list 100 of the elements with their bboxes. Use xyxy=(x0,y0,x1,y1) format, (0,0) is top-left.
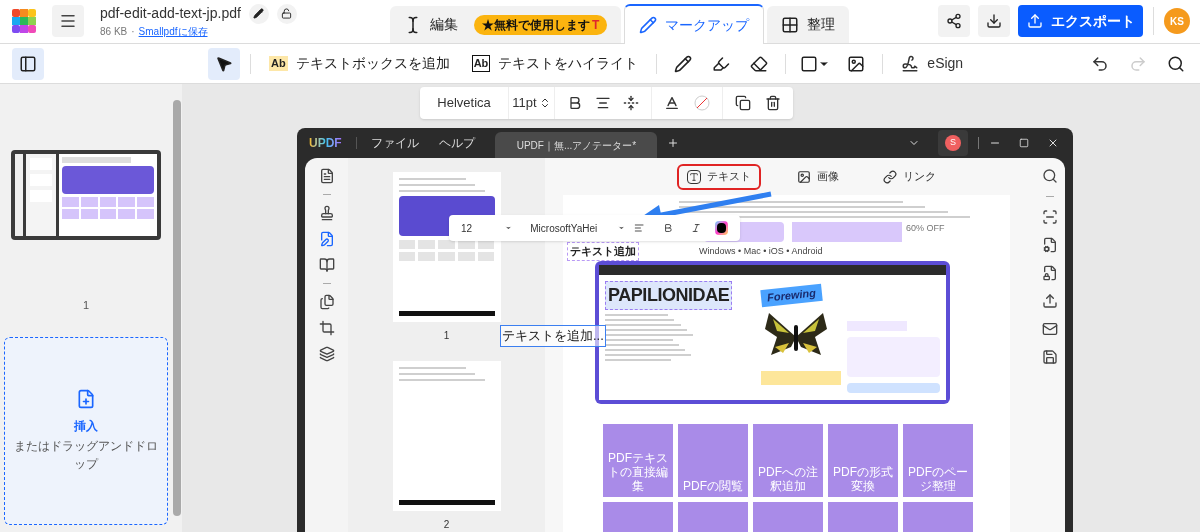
grid-icon xyxy=(781,15,800,34)
ocr-icon[interactable] xyxy=(1042,209,1058,225)
insert-drop-zone[interactable]: 挿入 またはドラッグアンドドロップ xyxy=(4,336,168,525)
insert-tool-button[interactable]: リンク xyxy=(875,163,944,190)
delete-button[interactable] xyxy=(765,95,781,111)
crop-icon[interactable] xyxy=(318,320,335,336)
page-thumbnail-drawing[interactable] xyxy=(11,150,161,240)
menu-item[interactable]: ファイル xyxy=(370,134,419,152)
search-icon[interactable] xyxy=(1042,168,1058,184)
platforms-text: Windows • Mac • iOS • Android xyxy=(699,244,823,258)
trash-icon xyxy=(765,95,781,111)
separator-dot: · xyxy=(131,25,135,39)
bold-icon[interactable] xyxy=(662,222,674,234)
feature-card xyxy=(603,502,673,532)
bold-button[interactable] xyxy=(567,95,583,111)
sidebar-icon xyxy=(19,54,37,73)
text-color-button[interactable] xyxy=(664,95,680,111)
app-logo-icon xyxy=(12,9,36,33)
font-dropdown[interactable]: Helvetica xyxy=(420,87,510,119)
protect-icon[interactable] xyxy=(1042,265,1058,281)
mail-icon[interactable] xyxy=(1042,321,1058,337)
hero-tag: Forewing xyxy=(760,283,823,307)
new-tab-icon[interactable] xyxy=(666,137,679,149)
feature-card xyxy=(903,502,973,532)
highlight-text-icon: Ab xyxy=(471,55,491,72)
discount-label: 60% OFF xyxy=(906,222,945,235)
convert-icon[interactable] xyxy=(1042,237,1058,253)
align-button[interactable] xyxy=(595,95,611,111)
feature-label: PDFテキストの直接編集 xyxy=(607,451,669,493)
highlight-text-button[interactable]: Ab テキストをハイライト xyxy=(463,47,647,80)
color-picker-icon[interactable] xyxy=(715,221,728,235)
feature-card xyxy=(753,502,823,532)
menu-button[interactable] xyxy=(52,5,84,37)
undo-icon xyxy=(1091,54,1109,73)
mode-tab[interactable]: マークアップ xyxy=(624,4,765,44)
insert-tool-button[interactable]: テキスト xyxy=(677,163,761,190)
pages-icon[interactable] xyxy=(318,294,335,310)
share-button[interactable] xyxy=(938,5,970,37)
add-textbox-button[interactable]: Ab テキストボックスを追加 xyxy=(261,47,458,80)
menu-item[interactable]: ヘルプ xyxy=(438,134,475,152)
font-size-dropdown[interactable]: 12 xyxy=(461,220,496,236)
file-add-icon xyxy=(76,388,96,409)
menu-icon xyxy=(59,12,77,30)
feature-label: PDFの閲覧 xyxy=(683,479,743,493)
drop-hint: またはドラッグアンドドロップ xyxy=(13,437,159,473)
image-icon xyxy=(847,54,866,73)
download-button[interactable] xyxy=(978,5,1010,37)
line-spacing-icon xyxy=(623,95,639,111)
rename-button[interactable] xyxy=(248,3,269,24)
page-thumbnail[interactable] xyxy=(392,361,501,511)
document-tab[interactable]: UPDF｜無...アノテーター* xyxy=(494,132,657,158)
image-icon xyxy=(797,169,811,184)
export-button[interactable]: エクスポート xyxy=(1018,5,1143,37)
hero-title: PAPILIONIDAE xyxy=(605,280,733,310)
close-icon[interactable] xyxy=(1047,137,1059,149)
mode-tab[interactable]: 整理 xyxy=(767,6,850,43)
feature-card xyxy=(678,502,748,532)
sidebar-toggle-button[interactable] xyxy=(12,47,44,80)
layers-icon[interactable] xyxy=(318,346,335,362)
page-number: 1 xyxy=(82,298,90,313)
feature-label: PDFの形式変換 xyxy=(832,465,894,493)
cursor-icon xyxy=(215,54,233,73)
insert-tool-button[interactable]: 画像 xyxy=(789,163,847,190)
insert-label: 挿入 xyxy=(74,417,98,435)
esign-button[interactable]: eSign xyxy=(893,47,972,80)
bold-icon xyxy=(567,95,583,111)
italic-icon[interactable] xyxy=(691,222,702,234)
maximize-icon[interactable] xyxy=(1019,138,1029,148)
font-size-stepper[interactable]: 11pt xyxy=(509,87,555,119)
page-number: 1 xyxy=(443,329,450,343)
text-color-icon xyxy=(664,95,680,111)
reader-icon[interactable] xyxy=(318,168,335,184)
textbox-icon: Ab xyxy=(269,56,288,71)
fill-color-button[interactable] xyxy=(694,95,710,111)
duplicate-button[interactable] xyxy=(735,95,751,111)
page-thumbnail[interactable] xyxy=(392,172,501,322)
book-icon[interactable] xyxy=(318,257,335,273)
mode-tab[interactable]: 編集 ★無料で使用します T xyxy=(390,6,622,43)
save-link[interactable]: Smallpdfに保存 xyxy=(138,24,208,39)
highlighter-icon xyxy=(712,54,731,73)
lock-button[interactable] xyxy=(276,3,297,24)
caret-icon xyxy=(505,224,513,232)
align-center-icon xyxy=(595,95,611,111)
no-color-icon xyxy=(694,95,710,111)
share-icon[interactable] xyxy=(1042,293,1058,309)
stamp-icon[interactable] xyxy=(318,205,335,221)
text-icon xyxy=(687,169,701,184)
free-badge: ★無料で使用します T xyxy=(474,14,608,35)
edit-file-icon[interactable] xyxy=(318,231,335,247)
feature-label: PDFへの注釈追加 xyxy=(757,465,819,493)
download-icon xyxy=(986,13,1002,29)
text-box-input[interactable]: テキストを追加... xyxy=(500,325,606,347)
search-icon xyxy=(1167,54,1185,73)
line-spacing-button[interactable] xyxy=(623,95,639,111)
save-icon[interactable] xyxy=(1042,349,1058,365)
select-tool-button[interactable] xyxy=(208,47,240,80)
font-dropdown[interactable]: MicrosoftYaHei xyxy=(530,220,608,236)
square-icon xyxy=(800,54,819,73)
added-text[interactable]: テキスト追加 xyxy=(567,242,639,261)
file-size: 86 KB xyxy=(100,25,128,39)
